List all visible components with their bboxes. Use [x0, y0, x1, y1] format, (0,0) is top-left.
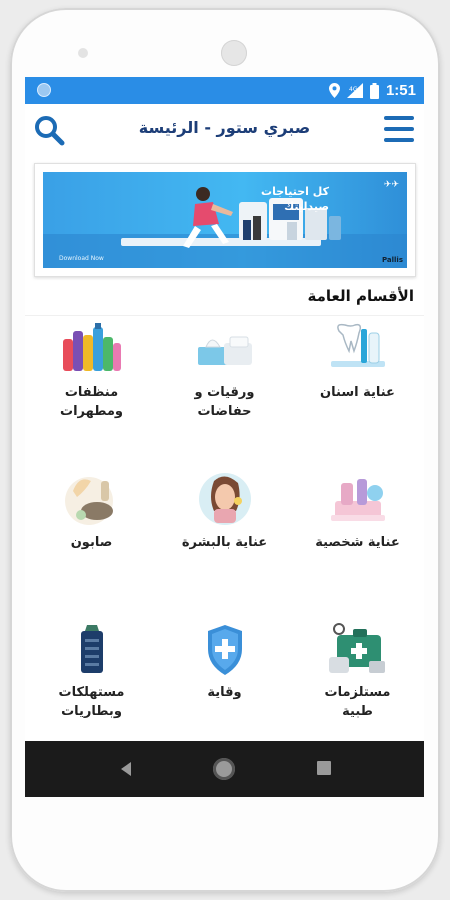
category-medical-supplies[interactable]: مستلزمات طبية — [291, 617, 424, 757]
category-soap[interactable]: صابون — [25, 467, 158, 607]
category-dental-care[interactable]: عناية اسنان — [291, 317, 424, 457]
skincare-face-icon — [199, 473, 251, 525]
category-consumables-batteries[interactable]: مستهلكات وبطاريات — [25, 617, 158, 757]
phone-speaker — [221, 40, 247, 66]
medical-kit-icon — [329, 623, 385, 673]
search-button[interactable] — [33, 114, 65, 146]
category-tissues-diapers[interactable]: ورقيات و حفاضات — [158, 317, 291, 457]
banner-headline: كل احتياجات صيدليتك — [261, 185, 329, 213]
category-prevention[interactable]: وقاية — [158, 617, 291, 757]
banner-image: كل احتياجات صيدليتك ✈︎✈︎ Download Now Pa… — [43, 172, 407, 268]
page-title: صبري ستور - الرئيسة — [138, 118, 311, 137]
personal-care-icon — [331, 479, 385, 521]
status-icons: 4G 1:51 — [328, 77, 416, 104]
category-label: عناية شخصية — [315, 535, 400, 550]
category-label: مستهلكات وبطاريات — [58, 685, 125, 719]
banner-illustration — [43, 187, 407, 268]
tissues-icon — [198, 336, 252, 365]
menu-line — [384, 116, 414, 120]
svg-text:4G: 4G — [349, 86, 358, 93]
promo-banner[interactable]: كل احتياجات صيدليتك ✈︎✈︎ Download Now Pa… — [34, 163, 416, 277]
banner-corner-logo: Pallis — [381, 256, 403, 264]
soap-icon — [65, 477, 113, 525]
battery-consumables-icon — [81, 625, 103, 673]
app-screen: 4G 1:51 صبري ستور - الرئيسة كل احتياجات … — [25, 77, 424, 797]
category-skin-care[interactable]: عناية بالبشرة — [158, 467, 291, 607]
status-bar: 4G 1:51 — [25, 77, 424, 104]
category-personal-care[interactable]: عناية شخصية — [291, 467, 424, 607]
recent-apps-icon[interactable] — [317, 761, 331, 775]
category-label: عناية بالبشرة — [181, 535, 268, 550]
location-icon — [328, 83, 340, 98]
toothbrush-icon — [331, 323, 385, 367]
status-time: 1:51 — [385, 82, 416, 99]
category-label: صابون — [70, 535, 113, 550]
banner-brand-logo: ✈︎✈︎ — [383, 180, 399, 190]
home-icon[interactable] — [213, 758, 235, 780]
category-label: مستلزمات طبية — [324, 685, 391, 719]
category-label: ورقيات و حفاضات — [194, 385, 255, 419]
category-label: منظفات ومطهرات — [60, 385, 123, 419]
app-bar: صبري ستور - الرئيسة — [25, 104, 424, 156]
categories-grid: عناية اسنان ورقيات و حفاضات منظفات ومطهر… — [25, 317, 424, 737]
notification-dot-icon — [37, 83, 51, 97]
system-navigation-bar — [25, 741, 424, 797]
back-icon[interactable] — [117, 760, 135, 778]
section-title: الأقسام العامة — [307, 287, 414, 305]
menu-line — [384, 127, 414, 131]
category-cleaners-disinfectants[interactable]: منظفات ومطهرات — [25, 317, 158, 457]
shield-plus-icon — [208, 625, 242, 675]
category-label: عناية اسنان — [320, 385, 395, 400]
menu-line — [384, 138, 414, 142]
search-icon — [35, 116, 65, 146]
cleaning-bottles-icon — [63, 323, 121, 371]
signal-icon: 4G — [346, 83, 363, 98]
banner-download-text: Download Now — [59, 255, 104, 262]
battery-icon — [369, 82, 379, 99]
category-label: وقاية — [207, 685, 242, 700]
front-camera — [78, 48, 88, 58]
hamburger-menu-button[interactable] — [384, 116, 414, 144]
section-divider — [25, 315, 424, 316]
